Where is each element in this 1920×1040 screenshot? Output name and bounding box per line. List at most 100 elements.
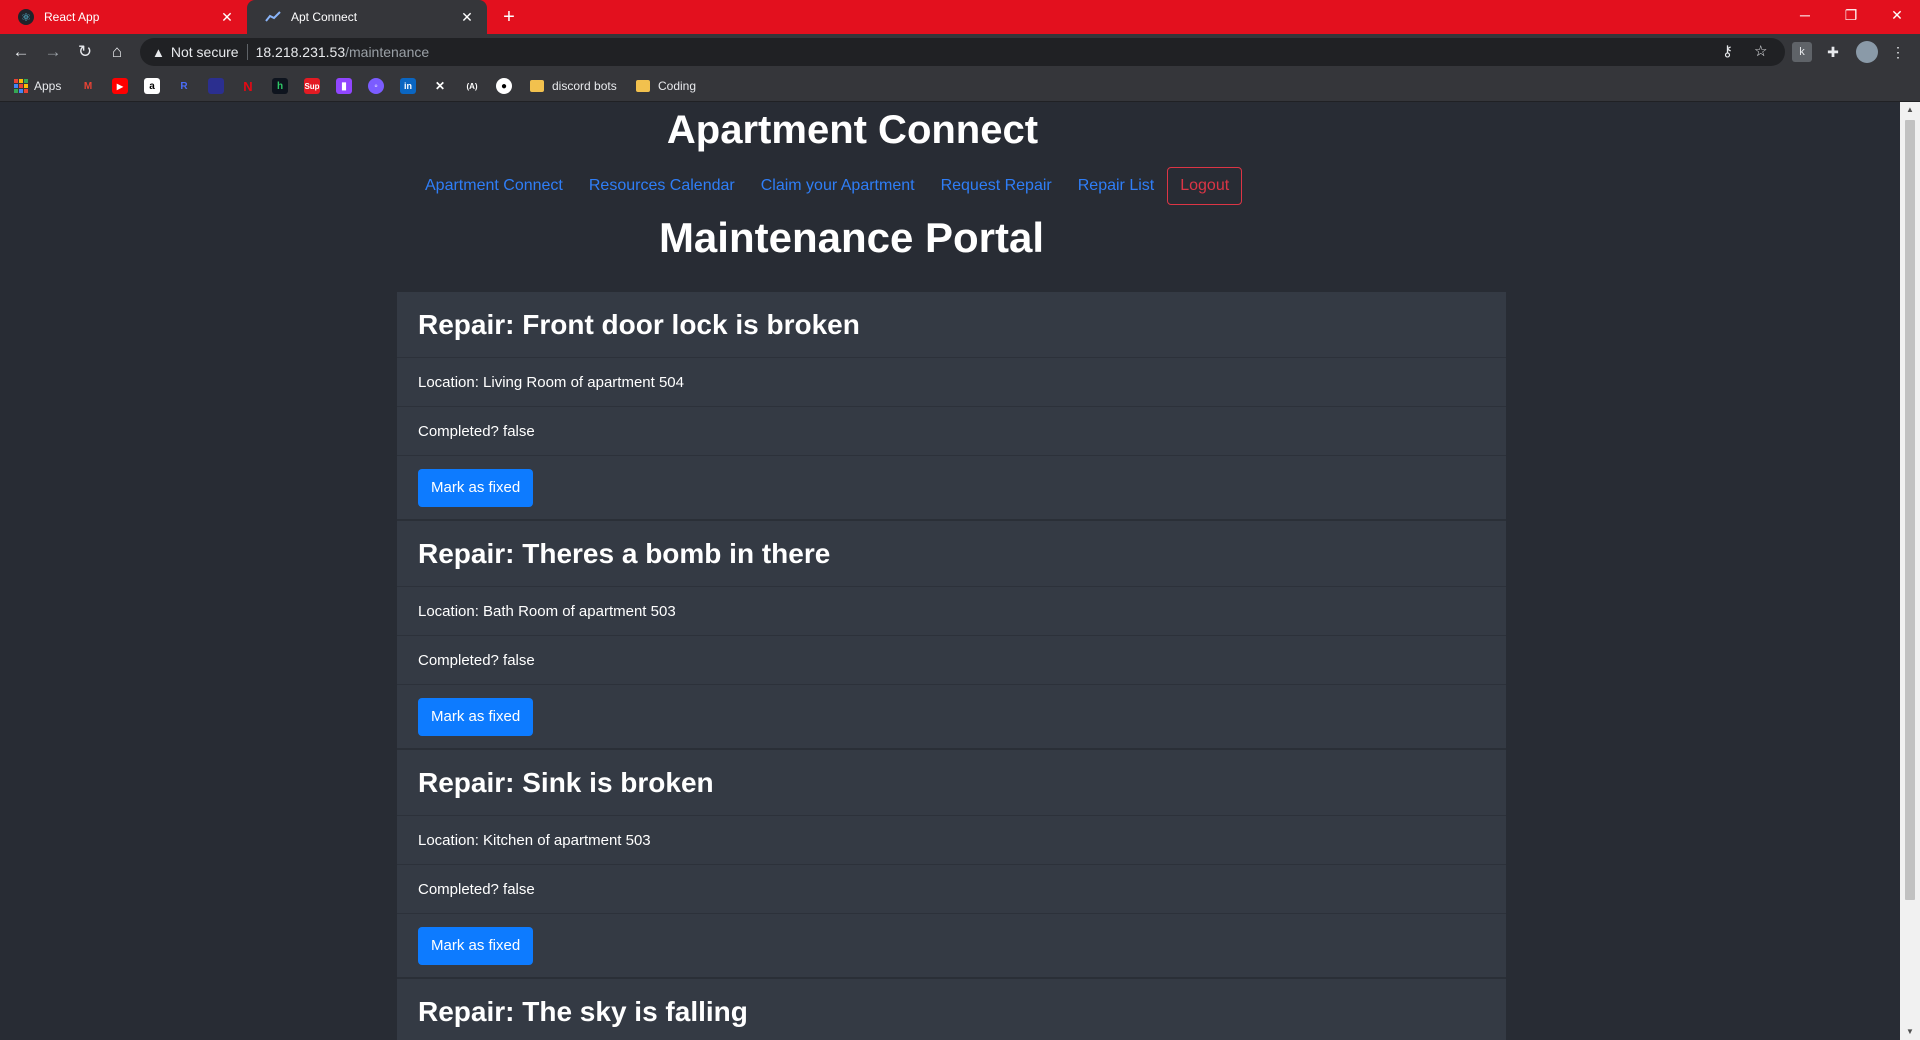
- mark-as-fixed-button[interactable]: Mark as fixed: [418, 468, 534, 507]
- nav-link-resources-calendar[interactable]: Resources Calendar: [576, 177, 748, 195]
- chart-icon: [265, 11, 281, 22]
- page-scrollbar[interactable]: ▲ ▼: [1900, 102, 1920, 1040]
- bookmark-amazon[interactable]: a: [144, 76, 160, 96]
- key-icon[interactable]: ⚷: [1722, 42, 1733, 60]
- address-bar[interactable]: ▲ Not secure 18.218.231.53 /maintenance: [140, 38, 1785, 66]
- browser-toolbar: ← → ↻ ⌂ ▲ Not secure 18.218.231.53 /main…: [0, 34, 1920, 70]
- bookmark-messenger[interactable]: ◦: [368, 76, 384, 96]
- bookmark-supreme[interactable]: Sup: [304, 76, 320, 96]
- nav-link-apartment-connect[interactable]: Apartment Connect: [412, 177, 576, 195]
- repair-status: Completed? false: [397, 865, 1506, 914]
- linkedin-icon: in: [400, 78, 416, 94]
- bookmark-site-blue[interactable]: [208, 76, 224, 96]
- scroll-up-icon[interactable]: ▲: [1905, 105, 1915, 115]
- restore-icon[interactable]: ❐: [1828, 0, 1874, 30]
- close-icon[interactable]: ✕: [459, 9, 475, 26]
- messenger-icon: ◦: [368, 78, 384, 94]
- repair-title: Repair: Sink is broken: [397, 750, 1506, 816]
- bookmark-youtube[interactable]: ▶: [112, 76, 128, 96]
- repair-actions: Mark as fixed: [397, 685, 1506, 748]
- divider: [246, 44, 248, 60]
- bookmark-github[interactable]: ●: [496, 76, 512, 96]
- repair-status: Completed? false: [397, 407, 1506, 456]
- github-icon: ●: [496, 78, 512, 94]
- repair-actions: Mark as fixed: [397, 456, 1506, 519]
- bookmark-folder-discord-bots[interactable]: discord bots: [530, 76, 617, 96]
- bookmark-angular[interactable]: (A): [464, 76, 480, 96]
- security-label[interactable]: Not secure: [171, 44, 239, 60]
- reload-icon[interactable]: ↻: [72, 39, 98, 65]
- page-content: Apartment Connect Apartment Connect Reso…: [0, 102, 1900, 1040]
- star-icon[interactable]: ☆: [1754, 42, 1767, 60]
- supreme-icon: Sup: [304, 78, 320, 94]
- bookmark-linkedin[interactable]: in: [400, 76, 416, 96]
- window-close-icon[interactable]: ✕: [1874, 0, 1920, 30]
- r-icon: R: [180, 80, 188, 92]
- repair-location: Location: Living Room of apartment 504: [397, 358, 1506, 407]
- puzzle-icon[interactable]: ✚: [1823, 42, 1843, 62]
- warning-icon[interactable]: ▲: [152, 45, 165, 60]
- repair-card: Repair: Theres a bomb in there Location:…: [397, 521, 1506, 750]
- site-icon: [208, 78, 224, 94]
- bookmark-x[interactable]: ✕: [432, 76, 448, 96]
- a-icon: (A): [466, 81, 478, 91]
- react-icon: ⚛: [18, 9, 34, 25]
- menu-icon[interactable]: ⋮: [1888, 42, 1908, 62]
- repair-title: Repair: Theres a bomb in there: [397, 521, 1506, 587]
- main-nav: Apartment Connect Resources Calendar Cla…: [412, 166, 1243, 206]
- avatar[interactable]: [1856, 41, 1878, 63]
- x-icon: ✕: [434, 79, 446, 93]
- repair-title: Repair: The sky is falling: [397, 979, 1506, 1040]
- folder-icon: [530, 80, 544, 92]
- home-icon[interactable]: ⌂: [104, 39, 130, 65]
- repair-card: Repair: The sky is falling: [397, 979, 1506, 1040]
- repair-card: Repair: Sink is broken Location: Kitchen…: [397, 750, 1506, 979]
- netflix-icon: N: [243, 78, 253, 94]
- app-title: Apartment Connect: [666, 108, 1039, 152]
- bookmark-label: Apps: [34, 79, 62, 93]
- browser-titlebar: ⚛ React App ✕ Apt Connect ✕ + ─ ❐ ✕: [0, 0, 1920, 34]
- folder-icon: [636, 80, 650, 92]
- nav-link-repair-list[interactable]: Repair List: [1065, 177, 1167, 195]
- scroll-down-icon[interactable]: ▼: [1905, 1027, 1915, 1037]
- logout-button[interactable]: Logout: [1167, 167, 1243, 205]
- mark-as-fixed-button[interactable]: Mark as fixed: [418, 697, 534, 736]
- bookmark-site-r[interactable]: R: [176, 76, 192, 96]
- bookmark-apps[interactable]: Apps: [14, 76, 61, 96]
- url-path: /maintenance: [345, 44, 430, 60]
- new-tab-button[interactable]: +: [498, 6, 520, 28]
- bookmark-hackerrank[interactable]: h: [272, 76, 288, 96]
- bookmark-twitch[interactable]: ▮: [336, 76, 352, 96]
- twitch-icon: ▮: [336, 78, 352, 94]
- tab-title: Apt Connect: [291, 10, 358, 24]
- tab-title: React App: [44, 10, 100, 24]
- back-icon[interactable]: ←: [8, 39, 34, 65]
- nav-link-claim-apartment[interactable]: Claim your Apartment: [748, 177, 928, 195]
- forward-icon[interactable]: →: [40, 39, 66, 65]
- repair-actions: Mark as fixed: [397, 914, 1506, 977]
- bookmark-folder-coding[interactable]: Coding: [636, 76, 696, 96]
- bookmarks-bar: Apps M ▶ a R N h Sup ▮ ◦ in ✕ (A) ● disc…: [0, 70, 1920, 102]
- amazon-icon: a: [144, 78, 160, 94]
- repair-list: Repair: Front door lock is broken Locati…: [397, 292, 1506, 1040]
- minimize-icon[interactable]: ─: [1782, 0, 1828, 30]
- repair-location: Location: Kitchen of apartment 503: [397, 816, 1506, 865]
- scroll-thumb[interactable]: [1905, 120, 1915, 900]
- tab-react-app[interactable]: ⚛ React App ✕: [0, 0, 247, 34]
- close-icon[interactable]: ✕: [219, 9, 235, 26]
- bookmark-gmail[interactable]: M: [80, 76, 96, 96]
- url-host: 18.218.231.53: [255, 44, 346, 60]
- bookmark-label: discord bots: [552, 79, 617, 93]
- apps-grid-icon: [14, 79, 28, 93]
- nav-link-request-repair[interactable]: Request Repair: [928, 177, 1065, 195]
- repair-location: Location: Bath Room of apartment 503: [397, 587, 1506, 636]
- repair-title: Repair: Front door lock is broken: [397, 292, 1506, 358]
- tab-apt-connect[interactable]: Apt Connect ✕: [247, 0, 487, 34]
- gmail-icon: M: [83, 80, 93, 92]
- bookmark-netflix[interactable]: N: [240, 76, 256, 96]
- repair-card: Repair: Front door lock is broken Locati…: [397, 292, 1506, 521]
- mark-as-fixed-button[interactable]: Mark as fixed: [418, 926, 534, 965]
- extension-icon[interactable]: k: [1792, 42, 1812, 62]
- bookmark-label: Coding: [658, 79, 697, 93]
- page-title: Maintenance Portal: [658, 214, 1045, 261]
